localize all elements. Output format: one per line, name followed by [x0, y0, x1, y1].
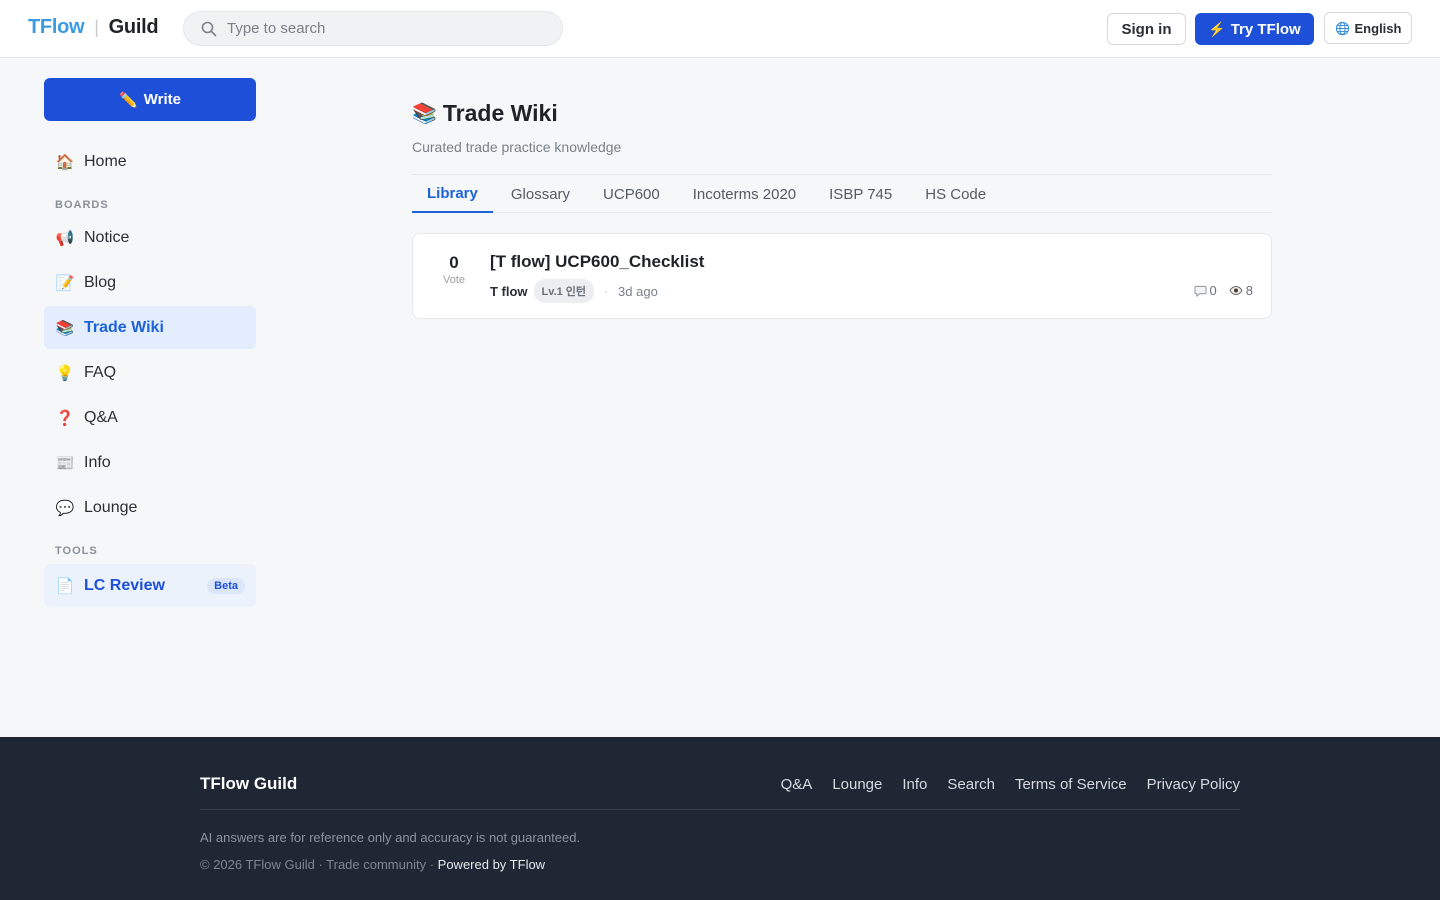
footer-link-privacy[interactable]: Privacy Policy: [1147, 776, 1240, 793]
tab-hs-code[interactable]: HS Code: [910, 175, 1001, 213]
books-icon: 📚: [412, 103, 437, 125]
search-icon: [201, 21, 217, 36]
sidebar-item-label: Blog: [84, 273, 117, 291]
footer-links: Q&A Lounge Info Search Terms of Service …: [781, 776, 1240, 793]
house-icon: 🏠: [55, 153, 75, 171]
language-label: English: [1354, 20, 1402, 36]
footer-link-search[interactable]: Search: [947, 776, 995, 793]
view-count: 8: [1245, 283, 1253, 298]
meta-separator: ·: [604, 284, 609, 298]
beta-badge: Beta: [207, 578, 245, 594]
wiki-tabs: Library Glossary UCP600 Incoterms 2020 I…: [412, 174, 1272, 213]
footer-link-terms[interactable]: Terms of Service: [1015, 776, 1127, 793]
newspaper-icon: 📰: [55, 454, 75, 472]
sidebar-item-label: Notice: [84, 228, 130, 246]
logo-separator: |: [94, 17, 99, 37]
boards-heading: BOARDS: [55, 199, 109, 211]
copyright-text: © 2026 TFlow Guild · Trade community ·: [200, 857, 438, 872]
megaphone-icon: 📢: [55, 229, 75, 247]
sidebar-item-info[interactable]: 📰 Info: [44, 441, 256, 484]
tab-isbp-745[interactable]: ISBP 745: [814, 175, 907, 213]
vote-box[interactable]: 0 Vote: [413, 253, 495, 286]
speech-bubble-icon: 💬: [55, 499, 75, 517]
try-tflow-button[interactable]: ⚡ Try TFlow: [1195, 13, 1314, 45]
write-button[interactable]: ✏️ Write: [44, 78, 256, 121]
eye-icon: [1229, 285, 1243, 296]
question-icon: ❓: [55, 409, 75, 427]
footer-link-qna[interactable]: Q&A: [781, 776, 813, 793]
footer-link-lounge[interactable]: Lounge: [832, 776, 882, 793]
view-stat: 8: [1229, 283, 1253, 298]
sidebar-item-home[interactable]: 🏠 Home: [44, 140, 256, 183]
comment-icon: [1194, 285, 1207, 297]
language-button[interactable]: English: [1324, 12, 1412, 44]
sidebar-item-faq[interactable]: 💡 FAQ: [44, 351, 256, 394]
globe-icon: [1335, 21, 1349, 35]
footer-divider: [200, 809, 1240, 810]
memo-icon: 📝: [55, 274, 75, 292]
document-icon: 📄: [55, 577, 75, 595]
post-meta: T flow Lv.1 인턴 · 3d ago: [490, 279, 658, 303]
sidebar-item-label: Trade Wiki: [84, 318, 164, 336]
sidebar-item-label: LC Review: [84, 576, 165, 594]
top-header: TFlow | Guild Sign in ⚡ Try TFlow Englis…: [0, 0, 1440, 58]
author-level-badge: Lv.1 인턴: [533, 279, 595, 303]
post-time: 3d ago: [618, 283, 658, 299]
comment-stat: 0: [1194, 283, 1217, 298]
vote-count: 0: [449, 253, 459, 272]
signin-button[interactable]: Sign in: [1107, 13, 1186, 45]
pencil-icon: ✏️: [119, 91, 138, 109]
vote-label: Vote: [442, 274, 466, 286]
footer-disclaimer: AI answers are for reference only and ac…: [200, 830, 581, 845]
footer-link-info[interactable]: Info: [902, 776, 927, 793]
sidebar-item-lounge[interactable]: 💬 Lounge: [44, 486, 256, 529]
post-card[interactable]: 0 Vote [T flow] UCP600_Checklist T flow …: [412, 233, 1272, 319]
sidebar-item-qna[interactable]: ❓ Q&A: [44, 396, 256, 439]
lightning-icon: ⚡: [1208, 20, 1226, 37]
tab-ucp600[interactable]: UCP600: [588, 175, 675, 213]
powered-by-link[interactable]: Powered by TFlow: [438, 857, 545, 872]
sidebar-item-trade-wiki[interactable]: 📚 Trade Wiki: [44, 306, 256, 349]
sidebar-item-label: FAQ: [84, 363, 117, 381]
site-footer: TFlow Guild Q&A Lounge Info Search Terms…: [0, 737, 1440, 900]
lightbulb-icon: 💡: [55, 364, 75, 382]
tools-heading: TOOLS: [55, 545, 98, 557]
page-subtitle: Curated trade practice knowledge: [412, 139, 622, 155]
post-title[interactable]: [T flow] UCP600_Checklist: [490, 252, 704, 272]
sidebar-item-label: Home: [84, 152, 127, 170]
post-author[interactable]: T flow: [490, 284, 528, 299]
sidebar-item-label: Q&A: [84, 408, 118, 426]
tab-incoterms-2020[interactable]: Incoterms 2020: [678, 175, 811, 213]
logo-brand: TFlow: [28, 16, 85, 38]
page-title-text: Trade Wiki: [442, 100, 558, 126]
sidebar-item-notice[interactable]: 📢 Notice: [44, 216, 256, 259]
sidebar-item-lc-review[interactable]: 📄 LC Review Beta: [44, 564, 256, 607]
books-icon: 📚: [55, 319, 75, 337]
page-title: 📚 Trade Wiki: [412, 100, 558, 127]
sidebar-item-blog[interactable]: 📝 Blog: [44, 261, 256, 304]
comment-count: 0: [1209, 283, 1217, 298]
sidebar-item-label: Info: [84, 453, 111, 471]
site-logo[interactable]: TFlow | Guild: [28, 16, 159, 39]
logo-product: Guild: [108, 16, 159, 38]
tab-library[interactable]: Library: [412, 175, 493, 213]
footer-copyright: © 2026 TFlow Guild · Trade community · P…: [200, 857, 545, 872]
search-bar[interactable]: [183, 11, 563, 46]
footer-brand: TFlow Guild: [200, 774, 298, 793]
sidebar-item-label: Lounge: [84, 498, 138, 516]
search-input[interactable]: [227, 20, 527, 37]
sidebar: ✏️ Write 🏠 Home BOARDS 📢 Notice 📝 Blog 📚…: [44, 78, 256, 607]
try-tflow-label: Try TFlow: [1230, 20, 1301, 38]
post-stats: 0 8: [1194, 283, 1253, 298]
tab-glossary[interactable]: Glossary: [496, 175, 585, 213]
write-label: Write: [143, 91, 181, 108]
